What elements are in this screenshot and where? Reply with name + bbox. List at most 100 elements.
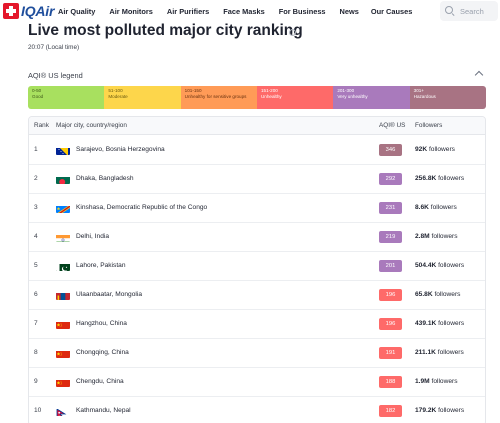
legend-label: Hazardous (413, 94, 436, 99)
city-link[interactable]: Hangzhou, China (76, 320, 127, 327)
nav-face-masks[interactable]: Face Masks (223, 7, 265, 16)
rank-cell: 1 (34, 146, 38, 153)
ranking-table: Rank Major city, country/region AQI® US … (28, 116, 486, 423)
aqi-badge: 182 (379, 405, 402, 417)
search-icon (445, 6, 455, 16)
followers-count: 8.6K followers (415, 204, 457, 211)
legend-label: Unhealthy (260, 94, 282, 99)
aqi-badge: 191 (379, 347, 402, 359)
table-row[interactable]: 1 Sarajevo, Bosnia Herzegovina 346 92K foll… (29, 136, 485, 165)
table-row[interactable]: 4 Delhi, India 219 2.8M followers (29, 223, 485, 252)
aqi-legend-bar: 0-50 Good 51-100 Moderate 101-150 Unhealthy f… (28, 86, 486, 109)
legend-label: Unhealthy for sensitive groups (184, 94, 247, 99)
logo-text-iq: IQ (21, 3, 36, 19)
swiss-cross-icon (3, 3, 19, 19)
followers-count: 1.9M followers (415, 378, 458, 385)
city-link[interactable]: Chengdu, China (76, 378, 124, 385)
table-row[interactable]: 10 Kathmandu, Nepal 182 179.2K followers (29, 397, 485, 423)
rank-cell: 4 (34, 233, 38, 240)
search-input[interactable] (460, 6, 496, 16)
aqi-badge: 346 (379, 144, 402, 156)
city-link[interactable]: Dhaka, Bangladesh (76, 175, 134, 182)
chevron-up-icon[interactable] (474, 70, 484, 80)
top-header: IQAir Air Quality Air Monitors Air Purif… (0, 0, 500, 24)
legend-label: Good (32, 94, 44, 99)
aqi-badge: 219 (379, 231, 402, 243)
legend-label: Very unhealthy (337, 94, 368, 99)
followers-count: 504.4K followers (415, 262, 465, 269)
main-nav: Air Quality Air Monitors Air Purifiers F… (58, 7, 412, 16)
city-link[interactable]: Chongqing, China (76, 349, 129, 356)
rank-cell: 9 (34, 378, 38, 385)
aqi-badge: 196 (379, 289, 402, 301)
city-link[interactable]: Kinshasa, Democratic Republic of the Con… (76, 204, 207, 211)
nav-air-monitors[interactable]: Air Monitors (109, 7, 153, 16)
mongolia-flag-icon (56, 290, 70, 300)
rank-cell: 2 (34, 175, 38, 182)
bosnia-flag-icon (56, 145, 70, 155)
table-row[interactable]: 8 Chongqing, China 191 211.1K followers (29, 339, 485, 368)
logo-text-air: Air (35, 3, 55, 19)
legend-segment: 0-50 Good (28, 86, 105, 109)
nav-for-business[interactable]: For Business (279, 7, 326, 16)
bangladesh-flag-icon (56, 174, 70, 184)
legend-segment: 201-300 Very unhealthy (333, 86, 410, 109)
legend-label: Moderate (108, 94, 128, 99)
table-row[interactable]: 9 Chengdu, China 188 1.9M followers (29, 368, 485, 397)
table-header: Rank Major city, country/region AQI® US … (29, 117, 485, 135)
rank-cell: 8 (34, 349, 38, 356)
nav-air-quality[interactable]: Air Quality (58, 7, 95, 16)
table-row[interactable]: 7 Hangzhou, China 196 439.1K followers (29, 310, 485, 339)
followers-count: 439.1K followers (415, 320, 465, 327)
header-aqi: AQI® US (379, 122, 406, 129)
nav-air-purifiers[interactable]: Air Purifiers (167, 7, 209, 16)
drc-flag-icon (56, 203, 70, 213)
city-link[interactable]: Sarajevo, Bosnia Herzegovina (76, 146, 165, 153)
rank-cell: 6 (34, 291, 38, 298)
page-title: Live most polluted major city ranking (28, 22, 303, 39)
aqi-badge: 201 (379, 260, 402, 272)
china-flag-icon (56, 377, 70, 387)
aqi-badge: 188 (379, 376, 402, 388)
followers-count: 211.1K followers (415, 349, 464, 356)
legend-title: AQI® US legend (28, 71, 83, 80)
pakistan-flag-icon (56, 261, 70, 271)
nav-our-causes[interactable]: Our Causes (371, 7, 413, 16)
header-followers: Followers (415, 122, 443, 129)
india-flag-icon (56, 232, 70, 242)
iqair-logo[interactable]: IQAir (3, 3, 54, 19)
table-row[interactable]: 3 Kinshasa, Democratic Republic of the Co… (29, 194, 485, 223)
legend-segment: 151-200 Unhealthy (256, 86, 334, 109)
city-link[interactable]: Delhi, India (76, 233, 109, 240)
header-city: Major city, country/region (56, 122, 127, 129)
table-row[interactable]: 6 Ulaanbaatar, Mongolia 196 65.8K followers (29, 281, 485, 310)
followers-count: 65.8K followers (415, 291, 461, 298)
table-row[interactable]: 2 Dhaka, Bangladesh 292 256.8K followers (29, 165, 485, 194)
aqi-badge: 231 (379, 202, 402, 214)
info-icon[interactable]: i (289, 29, 296, 36)
nepal-flag-icon (56, 406, 70, 416)
city-link[interactable]: Ulaanbaatar, Mongolia (76, 291, 142, 298)
nav-news[interactable]: News (340, 7, 359, 16)
city-link[interactable]: Kathmandu, Nepal (76, 407, 131, 414)
rank-cell: 7 (34, 320, 38, 327)
aqi-badge: 292 (379, 173, 402, 185)
legend-segment: 51-100 Moderate (104, 86, 181, 109)
china-flag-icon (56, 348, 70, 358)
legend-segment: 301+ Hazardous (409, 86, 486, 109)
local-time: 20:07 (Local time) (28, 44, 80, 51)
header-rank: Rank (34, 122, 49, 129)
legend-segment: 101-150 Unhealthy for sensitive groups (180, 86, 257, 109)
aqi-badge: 196 (379, 318, 402, 330)
rank-cell: 10 (34, 407, 42, 414)
rank-cell: 3 (34, 204, 38, 211)
table-row[interactable]: 5 Lahore, Pakistan 201 504.4K followers (29, 252, 485, 281)
followers-count: 179.2K followers (415, 407, 465, 414)
followers-count: 92K followers (415, 146, 455, 153)
city-link[interactable]: Lahore, Pakistan (76, 262, 126, 269)
followers-count: 256.8K followers (415, 175, 465, 182)
china-flag-icon (56, 319, 70, 329)
followers-count: 2.8M followers (415, 233, 458, 240)
rank-cell: 5 (34, 262, 38, 269)
search-box[interactable] (440, 1, 498, 21)
